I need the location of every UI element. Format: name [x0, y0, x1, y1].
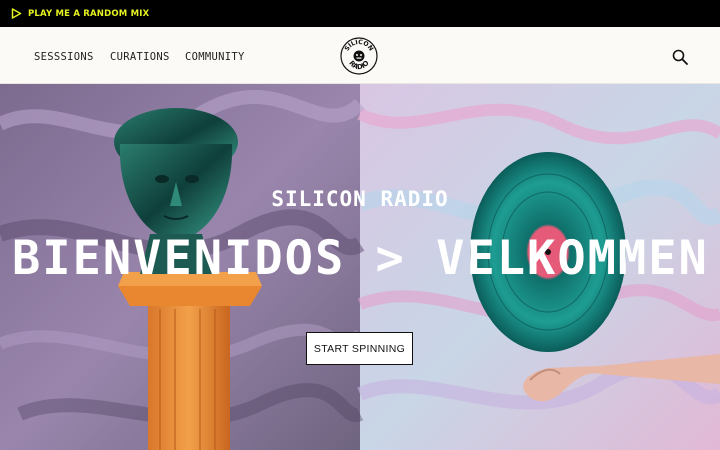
hero-banner: SILICON RADIO BIENVENIDOS > VELKOMMEN ST…	[0, 84, 720, 450]
start-spinning-button[interactable]: START SPINNING	[306, 332, 413, 365]
nav-link-sessions[interactable]: SESSSIONS	[34, 51, 94, 63]
random-mix-bar[interactable]: PLAY ME A RANDOM MIX	[0, 0, 720, 27]
silicon-radio-logo[interactable]: SILICON RADIO	[340, 37, 378, 75]
hero-title: SILICON RADIO	[271, 187, 449, 211]
site-header: SESSSIONS CURATIONS COMMUNITY SILICON RA…	[0, 27, 720, 84]
nav-link-community[interactable]: COMMUNITY	[185, 51, 245, 63]
random-mix-label: PLAY ME A RANDOM MIX	[28, 8, 150, 19]
play-icon	[11, 8, 22, 19]
search-icon[interactable]	[672, 49, 688, 65]
hero-welcome-marquee: BIENVENIDOS > VELKOMMEN	[12, 231, 709, 286]
nav-link-curations[interactable]: CURATIONS	[110, 51, 170, 63]
